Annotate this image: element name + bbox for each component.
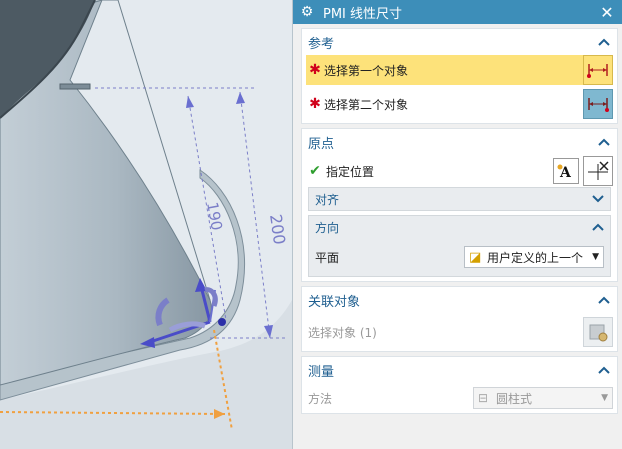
- specify-location-row[interactable]: ✔ 指定位置 A: [302, 155, 617, 187]
- measurement-section-header[interactable]: 测量: [302, 357, 617, 383]
- method-dropdown[interactable]: ⊟ 圆柱式 ▼: [473, 387, 613, 409]
- select-first-object-row[interactable]: ✱ 选择第一个对象: [306, 55, 613, 85]
- second-object-dimension-icon[interactable]: [583, 89, 613, 119]
- direction-subsection-header[interactable]: 方向: [309, 216, 610, 238]
- origin-section-header[interactable]: 原点: [302, 129, 617, 155]
- chevron-up-icon[interactable]: [592, 220, 604, 234]
- cylindrical-method-icon: ⊟: [478, 391, 489, 405]
- chevron-up-icon[interactable]: [597, 35, 611, 49]
- method-row: 方法 ⊟ 圆柱式 ▼: [302, 383, 617, 413]
- direction-subsection: 方向 平面 ◪ 用户定义的上一个 ▼: [308, 215, 611, 277]
- origin-section-title: 原点: [308, 136, 335, 152]
- pmi-linear-dimension-dialog: ⚙ PMI 线性尺寸 ✕ 参考 ✱ 选择第一个对象 ✱ 选择第二个对象 原点 ✔…: [292, 0, 622, 449]
- align-subsection: 对齐: [308, 187, 611, 211]
- reference-section-title: 参考: [308, 36, 335, 52]
- plane-row: 平面 ◪ 用户定义的上一个 ▼: [309, 238, 610, 276]
- related-objects-section-title: 关联对象: [308, 294, 361, 310]
- direction-subsection-title: 方向: [315, 220, 340, 235]
- related-objects-section: 关联对象 选择对象 (1): [301, 286, 618, 352]
- specify-location-label: 指定位置: [326, 164, 375, 179]
- plane-label: 平面: [315, 250, 340, 265]
- plane-dropdown-value: 用户定义的上一个: [487, 250, 584, 265]
- graphics-viewport[interactable]: 200 190: [0, 0, 292, 449]
- method-label: 方法: [308, 391, 333, 406]
- select-related-object-row[interactable]: 选择对象 (1): [302, 313, 617, 351]
- dropdown-arrow-icon: ▼: [601, 393, 608, 403]
- origin-tool-icon[interactable]: [583, 156, 613, 186]
- check-icon: ✔: [309, 163, 321, 179]
- dialog-titlebar: ⚙ PMI 线性尺寸 ✕: [293, 0, 622, 24]
- select-second-object-label: 选择第二个对象: [324, 97, 409, 112]
- gear-icon[interactable]: ⚙: [299, 4, 315, 20]
- align-subsection-header[interactable]: 对齐: [309, 188, 610, 210]
- chevron-down-icon[interactable]: [592, 192, 604, 206]
- reference-section-header[interactable]: 参考: [302, 29, 617, 55]
- cone-model-drawing[interactable]: 200 190: [0, 0, 292, 449]
- method-dropdown-value: 圆柱式: [496, 391, 533, 406]
- select-first-object-label: 选择第一个对象: [324, 63, 409, 78]
- dialog-title: PMI 线性尺寸: [323, 6, 403, 22]
- align-subsection-title: 对齐: [315, 192, 340, 207]
- measurement-section-title: 测量: [308, 364, 335, 380]
- measurement-section: 测量 方法 ⊟ 圆柱式 ▼: [301, 356, 618, 414]
- reference-section: 参考 ✱ 选择第一个对象 ✱ 选择第二个对象: [301, 28, 618, 124]
- chevron-up-icon[interactable]: [597, 293, 611, 307]
- text-settings-icon[interactable]: A: [553, 158, 579, 184]
- related-objects-section-header[interactable]: 关联对象: [302, 287, 617, 313]
- plane-dropdown[interactable]: ◪ 用户定义的上一个 ▼: [464, 246, 604, 268]
- required-star-icon: ✱: [309, 96, 321, 112]
- select-related-object-label: 选择对象 (1): [308, 325, 377, 340]
- plane-user-defined-icon: ◪: [469, 249, 482, 265]
- dropdown-arrow-icon: ▼: [592, 252, 599, 262]
- select-second-object-row[interactable]: ✱ 选择第二个对象: [306, 89, 613, 119]
- chevron-up-icon[interactable]: [597, 135, 611, 149]
- close-button[interactable]: ✕: [598, 3, 616, 22]
- origin-section: 原点 ✔ 指定位置 A 对齐 方向 平面 ◪ 用户定义的上一个 ▼: [301, 128, 618, 282]
- chevron-up-icon[interactable]: [597, 363, 611, 377]
- first-object-dimension-icon[interactable]: [583, 55, 613, 85]
- related-object-selector-icon[interactable]: [583, 317, 613, 347]
- required-star-icon: ✱: [309, 62, 321, 78]
